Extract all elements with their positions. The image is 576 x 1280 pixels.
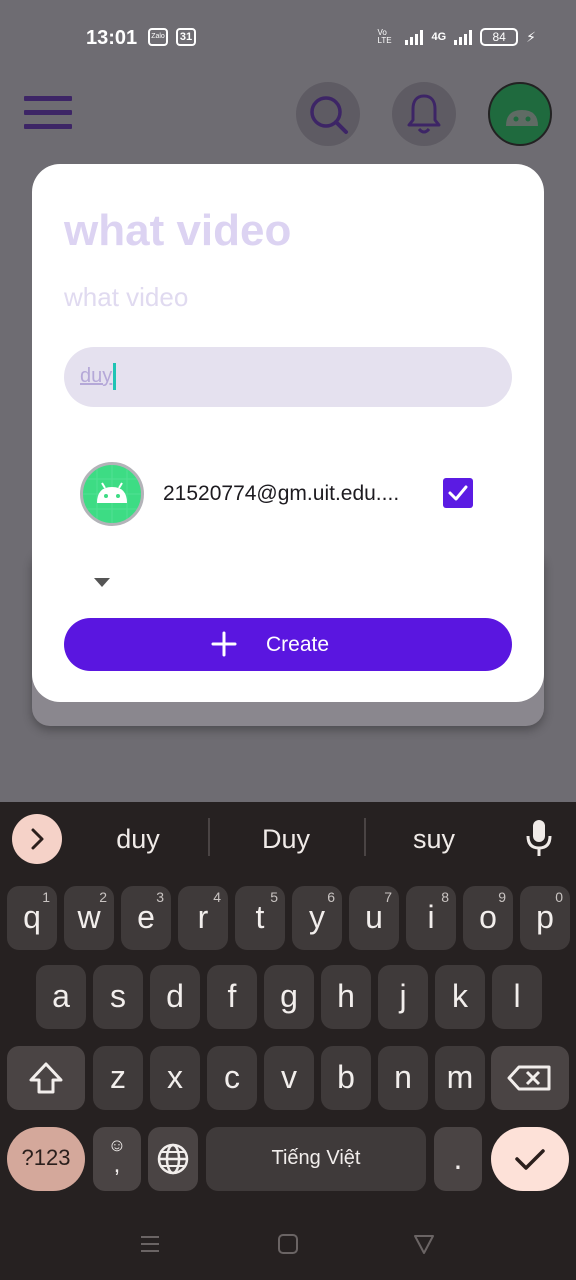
- key-s[interactable]: s: [93, 965, 143, 1029]
- key-o[interactable]: o9: [463, 886, 513, 950]
- key-g[interactable]: g: [264, 965, 314, 1029]
- key-y[interactable]: y6: [292, 886, 342, 950]
- bell-icon: [407, 94, 441, 134]
- checkmark-icon: [448, 485, 468, 501]
- android-icon: [83, 465, 141, 523]
- chevron-right-icon: [31, 828, 44, 850]
- key-v[interactable]: v: [264, 1046, 314, 1110]
- calendar-icon: 31: [176, 28, 196, 46]
- space-key[interactable]: Tiếng Việt: [206, 1127, 426, 1191]
- key-r[interactable]: r4: [178, 886, 228, 950]
- android-icon: [506, 110, 538, 126]
- keyboard: duy Duy suy q1 w2 e3 r4 t5 y6 u7 i8 o9 p…: [0, 802, 576, 1280]
- member-list-item[interactable]: 21520774@gm.uit.edu....: [80, 462, 480, 526]
- network-type-icon: 4G: [431, 31, 447, 43]
- system-navigation-bar: [0, 1210, 576, 1280]
- key-e[interactable]: e3: [121, 886, 171, 950]
- key-f[interactable]: f: [207, 965, 257, 1029]
- key-z[interactable]: z: [93, 1046, 143, 1110]
- charging-icon: ⚡: [526, 28, 536, 45]
- suggestion-divider: [208, 818, 210, 856]
- shift-icon: [29, 1062, 63, 1094]
- key-q[interactable]: q1: [7, 886, 57, 950]
- check-icon: [515, 1149, 545, 1170]
- key-b[interactable]: b: [321, 1046, 371, 1110]
- create-button[interactable]: Create: [64, 618, 512, 671]
- emoji-comma-key[interactable]: ☺ ,: [93, 1127, 141, 1191]
- key-d[interactable]: d: [150, 965, 200, 1029]
- member-search-value: duy: [80, 365, 113, 387]
- globe-icon: [157, 1143, 189, 1175]
- status-bar: 13:01 Zalo 31 Vo LTE 4G 84 ⚡: [0, 0, 576, 76]
- expand-toolbar-button[interactable]: [12, 814, 62, 864]
- dialog-title: what video: [64, 206, 292, 255]
- suggestion-bar: duy Duy suy: [0, 802, 576, 876]
- status-notification-icons: Zalo 31: [148, 28, 196, 46]
- status-system-icons: Vo LTE 4G 84 ⚡: [377, 28, 536, 46]
- backspace-icon: [507, 1065, 551, 1091]
- member-search-input[interactable]: duy: [64, 347, 512, 407]
- hamburger-icon[interactable]: [24, 96, 72, 130]
- key-p[interactable]: p0: [520, 886, 570, 950]
- language-key[interactable]: [148, 1127, 198, 1191]
- home-icon[interactable]: [276, 1232, 300, 1256]
- profile-avatar[interactable]: [488, 82, 552, 146]
- key-x[interactable]: x: [150, 1046, 200, 1110]
- key-j[interactable]: j: [378, 965, 428, 1029]
- dropdown-arrow-icon[interactable]: [94, 578, 110, 587]
- microphone-icon[interactable]: [524, 818, 554, 858]
- text-cursor: [113, 363, 116, 390]
- member-email: 21520774@gm.uit.edu....: [163, 482, 400, 505]
- plus-icon: [211, 631, 237, 657]
- suggestion-2[interactable]: Duy: [216, 824, 356, 855]
- battery-icon: 84: [480, 28, 519, 46]
- notification-button[interactable]: [392, 82, 456, 146]
- signal-2-icon: [454, 29, 473, 45]
- shift-key[interactable]: [7, 1046, 85, 1110]
- key-u[interactable]: u7: [349, 886, 399, 950]
- key-l[interactable]: l: [492, 965, 542, 1029]
- key-w[interactable]: w2: [64, 886, 114, 950]
- enter-key[interactable]: [491, 1127, 569, 1191]
- key-t[interactable]: t5: [235, 886, 285, 950]
- recent-apps-icon[interactable]: [138, 1232, 162, 1256]
- search-icon: [310, 96, 348, 134]
- key-i[interactable]: i8: [406, 886, 456, 950]
- key-n[interactable]: n: [378, 1046, 428, 1110]
- status-time: 13:01: [86, 27, 138, 49]
- key-k[interactable]: k: [435, 965, 485, 1029]
- create-dialog: what video what video duy 21520774@gm.ui…: [32, 164, 544, 702]
- dialog-subtitle: what video: [64, 282, 189, 312]
- search-button[interactable]: [296, 82, 360, 146]
- back-icon[interactable]: [412, 1232, 436, 1256]
- member-avatar: [80, 462, 144, 526]
- member-checkbox[interactable]: [443, 478, 473, 508]
- backspace-key[interactable]: [491, 1046, 569, 1110]
- key-a[interactable]: a: [36, 965, 86, 1029]
- period-key[interactable]: .: [434, 1127, 482, 1191]
- key-c[interactable]: c: [207, 1046, 257, 1110]
- key-m[interactable]: m: [435, 1046, 485, 1110]
- suggestion-1[interactable]: duy: [68, 824, 208, 855]
- key-h[interactable]: h: [321, 965, 371, 1029]
- create-button-label: Create: [266, 633, 330, 656]
- volte-icon: Vo LTE: [377, 28, 392, 45]
- suggestion-3[interactable]: suy: [364, 824, 504, 855]
- app-bar: [0, 76, 576, 162]
- signal-icon: [405, 29, 424, 45]
- zalo-icon: Zalo: [148, 28, 168, 46]
- symbols-key[interactable]: ?123: [7, 1127, 85, 1191]
